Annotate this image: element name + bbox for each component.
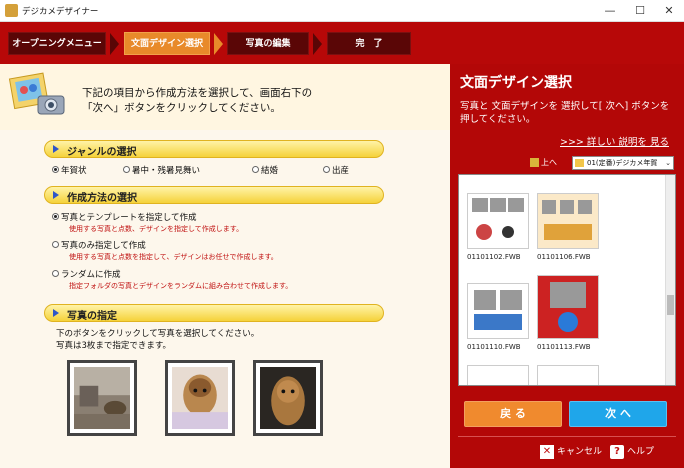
photo-slot-2[interactable] — [165, 360, 235, 436]
gallery-scrollbar[interactable] — [665, 175, 675, 385]
step-arrow — [313, 33, 322, 55]
folder-select[interactable]: 01(定番)デジカメ年賀 ⌄ — [572, 156, 674, 170]
step-photo-edit[interactable]: 写真の編集 — [227, 32, 309, 55]
design-filename-3: 01101110.FWB — [467, 343, 521, 351]
genre-label-summer: 暑中・残暑見舞い — [132, 166, 201, 176]
help-icon: ? — [610, 444, 624, 459]
folder-up-button[interactable]: 上へ — [530, 157, 557, 168]
intro-line-2: 「次へ」ボタンをクリックしてください。 — [82, 102, 281, 114]
design-panel-title: 文面デザイン選択 — [460, 75, 572, 91]
options-panel: 下記の項目から作成方法を選択して、画面右下の 「次へ」ボタンをクリックしてくださ… — [0, 64, 450, 468]
method-desc-photo-only: 使用する写真と点数を指定して、デザインはお任せで作成します。 — [69, 253, 278, 261]
design-filename-1: 01101102.FWB — [467, 253, 521, 261]
intro-line-1: 下記の項目から作成方法を選択して、画面右下の — [82, 87, 313, 99]
title-bar: デジカメデザイナー — ☐ ✕ — [0, 0, 684, 22]
photo-1-image — [74, 367, 130, 429]
folder-up-label: 上へ — [541, 158, 557, 167]
section-genre: ジャンルの選択 — [44, 140, 384, 158]
design-thumb-4-image — [538, 276, 598, 338]
close-button[interactable]: ✕ — [654, 0, 684, 22]
genre-radio-nenga[interactable] — [52, 166, 59, 173]
intro-text: 下記の項目から作成方法を選択して、画面右下の 「次へ」ボタンをクリックしてくださ… — [82, 86, 312, 116]
photo-camera-icon — [8, 72, 65, 115]
section-arrow-icon — [53, 145, 59, 153]
section-arrow-icon — [53, 191, 59, 199]
step-complete[interactable]: 完 了 — [327, 32, 411, 55]
details-link[interactable]: >>> 詳しい 説明を 見る — [560, 134, 669, 148]
photo-3-image — [260, 367, 316, 429]
method-radio-photo-only[interactable] — [52, 241, 59, 248]
help-label: ヘルプ — [627, 447, 655, 457]
app-icon — [5, 4, 18, 17]
panel-divider — [458, 436, 676, 437]
cancel-label: キャンセル — [557, 447, 603, 457]
method-radio-random[interactable] — [52, 270, 59, 277]
method-label-photo-only: 写真のみ指定して作成 — [61, 241, 146, 251]
section-arrow-icon — [53, 309, 59, 317]
help-button[interactable]: ? ヘルプ — [610, 444, 654, 459]
method-label-template: 写真とテンプレートを指定して作成 — [61, 213, 197, 223]
method-desc-random: 指定フォルダの写真とデザインをランダムに組み合わせて作成します。 — [69, 282, 293, 290]
design-thumb-1[interactable] — [467, 193, 529, 249]
step-bar: オープニングメニュー 文面デザイン選択 写真の編集 完 了 — [0, 22, 684, 64]
method-radio-template[interactable] — [52, 213, 59, 220]
design-thumb-2-image — [538, 194, 598, 248]
next-button[interactable]: 次 へ — [569, 401, 667, 427]
step-design-select[interactable]: 文面デザイン選択 — [124, 32, 210, 55]
genre-label-birth: 出産 — [332, 166, 350, 176]
folder-icon — [575, 159, 584, 167]
photo-slot-3[interactable] — [253, 360, 323, 436]
gallery-scroll-thumb[interactable] — [667, 295, 674, 315]
folder-select-value: 01(定番)デジカメ年賀 — [587, 159, 658, 167]
design-thumb-3[interactable] — [467, 283, 529, 339]
section-method-title: 作成方法の選択 — [67, 193, 137, 204]
genre-radio-summer[interactable] — [123, 166, 130, 173]
close-icon: ✕ — [540, 444, 554, 459]
design-filename-4: 01101113.FWB — [537, 343, 591, 351]
intro-strip: 下記の項目から作成方法を選択して、画面右下の 「次へ」ボタンをクリックしてくださ… — [0, 64, 450, 130]
photos-instruction-1: 下のボタンをクリックして写真を選択してください。 — [56, 329, 260, 339]
photos-instruction-2: 写真は3枚まで指定できます。 — [56, 341, 172, 351]
design-thumb-2[interactable] — [537, 193, 599, 249]
genre-label-wedding: 結婚 — [261, 166, 279, 176]
photo-2-image — [172, 367, 228, 429]
design-thumb-5[interactable] — [467, 365, 529, 385]
genre-radio-wedding[interactable] — [252, 166, 259, 173]
photo-slot-1[interactable] — [67, 360, 137, 436]
chevron-down-icon: ⌄ — [665, 159, 671, 167]
folder-up-icon — [530, 158, 539, 167]
genre-radio-birth[interactable] — [323, 166, 330, 173]
design-filename-2: 01101106.FWB — [537, 253, 591, 261]
design-thumb-4[interactable] — [537, 275, 599, 339]
window-title: デジカメデザイナー — [22, 7, 99, 17]
design-thumb-3-image — [468, 284, 528, 338]
minimize-button[interactable]: — — [595, 0, 625, 22]
design-panel-description: 写真と 文面デザインを 選択して[ 次へ] ボタンを 押してください。 — [460, 101, 670, 125]
cancel-button[interactable]: ✕ キャンセル — [540, 444, 602, 459]
back-button[interactable]: 戻 る — [464, 401, 562, 427]
section-method: 作成方法の選択 — [44, 186, 384, 204]
section-photos-title: 写真の指定 — [67, 311, 117, 322]
design-thumb-1-image — [468, 194, 528, 248]
method-label-random: ランダムに作成 — [61, 270, 121, 280]
design-panel: 文面デザイン選択 写真と 文面デザインを 選択して[ 次へ] ボタンを 押してく… — [450, 64, 684, 468]
section-photos: 写真の指定 — [44, 304, 384, 322]
design-gallery[interactable]: 01101102.FWB 01101106.FWB 01101110.FWB 0… — [458, 174, 676, 386]
genre-label-nenga: 年賀状 — [61, 166, 87, 176]
step-opening-menu[interactable]: オープニングメニュー — [8, 32, 106, 55]
step-arrow — [110, 33, 119, 55]
method-desc-template: 使用する写真と点数、デザインを指定して作成します。 — [69, 225, 244, 233]
section-genre-title: ジャンルの選択 — [67, 147, 137, 158]
design-thumb-6[interactable] — [537, 365, 599, 385]
maximize-button[interactable]: ☐ — [625, 0, 655, 22]
step-arrow — [214, 33, 223, 55]
